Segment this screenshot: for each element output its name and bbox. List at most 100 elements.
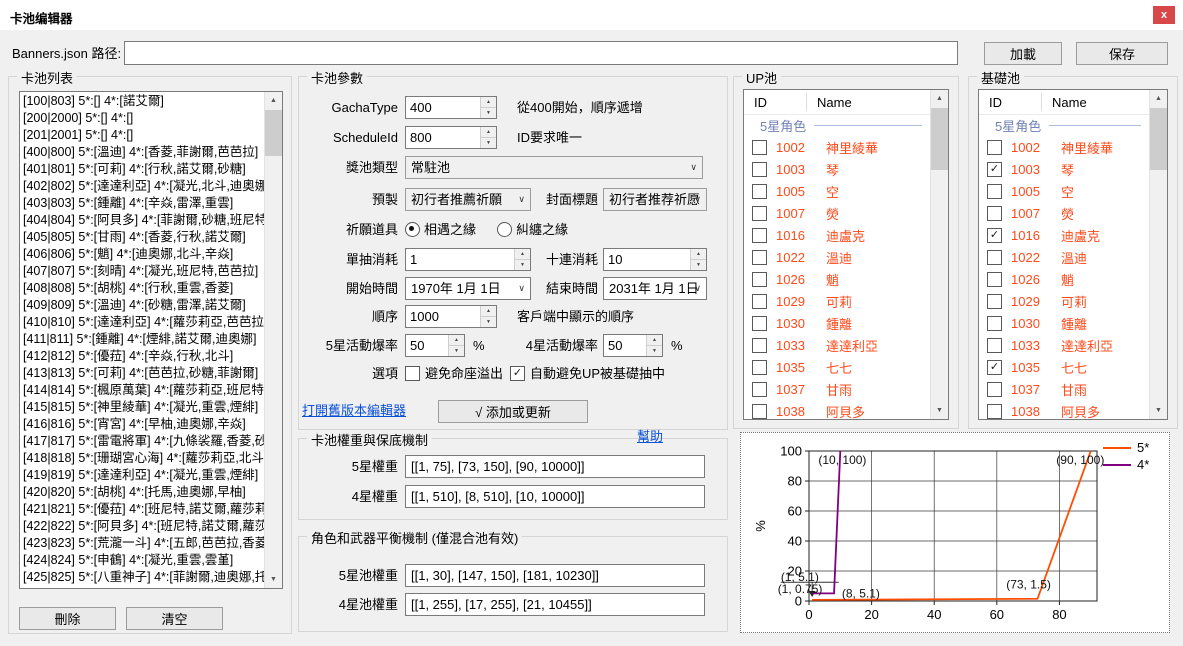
spin-down-icon[interactable]: ▼	[449, 346, 464, 356]
pool-row[interactable]: 1016迪盧克	[744, 224, 930, 246]
gachatype-spin-buttons[interactable]: ▲▼	[480, 97, 496, 118]
row-checkbox[interactable]	[987, 140, 1002, 155]
base-pool-list[interactable]: ID Name 5星角色 1002神里綾華✓1003琴1005空1007熒✓10…	[978, 89, 1168, 420]
list-item[interactable]: [417|817] 5*:[雷電將軍] 4*:[九條裟羅,香菱,砂糖]	[20, 433, 264, 450]
open-old-editor-link[interactable]: 打開舊版本編輯器	[302, 400, 406, 422]
row-checkbox[interactable]	[752, 162, 767, 177]
scrollbar-thumb[interactable]	[931, 108, 948, 170]
spin-up-icon[interactable]: ▲	[647, 335, 662, 346]
pool-row[interactable]: 1003琴	[744, 158, 930, 180]
pool-row[interactable]: 1033達達利亞	[744, 334, 930, 356]
scroll-up-icon[interactable]: ▲	[1150, 90, 1167, 107]
up-pool-scrollbar[interactable]: ▲ ▼	[930, 90, 948, 419]
pool-row[interactable]: ✓1003琴	[979, 158, 1149, 180]
scroll-down-icon[interactable]: ▼	[1150, 402, 1167, 419]
list-item[interactable]: [416|816] 5*:[宵宮] 4*:[早柚,迪奧娜,辛焱]	[20, 416, 264, 433]
list-item[interactable]: [404|804] 5*:[阿貝多] 4*:[菲謝爾,砂糖,班尼特]	[20, 212, 264, 229]
row-checkbox[interactable]	[752, 228, 767, 243]
row-checkbox[interactable]	[987, 184, 1002, 199]
list-item[interactable]: [425|825] 5*:[八重神子] 4*:[菲謝爾,迪奧娜,托馬]	[20, 569, 264, 586]
base-pool-scrollbar[interactable]: ▲ ▼	[1149, 90, 1167, 419]
list-item[interactable]: [405|805] 5*:[甘雨] 4*:[香菱,行秋,諾艾爾]	[20, 229, 264, 246]
row-checkbox[interactable]: ✓	[987, 162, 1002, 177]
row-checkbox[interactable]	[987, 338, 1002, 353]
pool-row[interactable]: 1035七七	[744, 356, 930, 378]
gachatype-spinner[interactable]: 400 ▲▼	[405, 96, 497, 119]
row-checkbox[interactable]	[987, 294, 1002, 309]
avoid-constellation-overflow-checkbox[interactable]	[405, 366, 420, 381]
row-checkbox[interactable]	[752, 272, 767, 287]
five-star-weight-input[interactable]: [[1, 75], [73, 150], [90, 10000]]	[405, 455, 705, 478]
list-item[interactable]: [422|822] 5*:[阿貝多] 4*:[班尼特,諾艾爾,蘿莎莉亞]	[20, 518, 264, 535]
list-item[interactable]: [412|812] 5*:[優菈] 4*:[辛焱,行秋,北斗]	[20, 348, 264, 365]
cover-title-combo[interactable]: 初行者推荐祈愿 ∨	[603, 188, 707, 211]
radio-entangle-fate[interactable]	[497, 222, 512, 237]
pool-row[interactable]: 1002神里綾華	[979, 136, 1149, 158]
pool-row[interactable]: 1002神里綾華	[744, 136, 930, 158]
list-item[interactable]: [419|819] 5*:[達達利亞] 4*:[凝光,重雲,煙緋]	[20, 467, 264, 484]
pool-row[interactable]: 1033達達利亞	[979, 334, 1149, 356]
spin-down-icon[interactable]: ▼	[691, 260, 706, 270]
end-time-picker[interactable]: 2031年 1月 1日 ∨	[603, 277, 707, 300]
path-input[interactable]	[124, 41, 958, 65]
pool-row[interactable]: 1007熒	[979, 202, 1149, 224]
row-checkbox[interactable]	[987, 404, 1002, 419]
row-checkbox[interactable]	[752, 382, 767, 397]
pool-row[interactable]: ✓1016迪盧克	[979, 224, 1149, 246]
list-item[interactable]: [410|810] 5*:[達達利亞] 4*:[蘿莎莉亞,芭芭拉,菲謝爾]	[20, 314, 264, 331]
row-checkbox[interactable]	[987, 250, 1002, 265]
four-star-pool-weight-input[interactable]: [[1, 255], [17, 255], [21, 10455]]	[405, 593, 705, 616]
pool-row[interactable]: 1007熒	[744, 202, 930, 224]
pool-row[interactable]: 1029可莉	[979, 290, 1149, 312]
spin-up-icon[interactable]: ▲	[481, 97, 496, 108]
spin-up-icon[interactable]: ▲	[691, 249, 706, 260]
scroll-up-icon[interactable]: ▲	[931, 90, 948, 107]
list-item[interactable]: [406|806] 5*:[魈] 4*:[迪奧娜,北斗,辛焱]	[20, 246, 264, 263]
list-item[interactable]: [201|2001] 5*:[] 4*:[]	[20, 127, 264, 144]
spin-down-icon[interactable]: ▼	[481, 138, 496, 148]
four-star-weight-input[interactable]: [[1, 510], [8, 510], [10, 10000]]	[405, 485, 705, 508]
row-checkbox[interactable]	[987, 316, 1002, 331]
order-spinner[interactable]: 1000 ▲▼	[405, 305, 497, 328]
list-item[interactable]: [200|2000] 5*:[] 4*:[]	[20, 110, 264, 127]
four-star-rate-spinner[interactable]: 50 ▲▼	[603, 334, 663, 357]
delete-button[interactable]: 刪除	[19, 607, 116, 630]
spin-down-icon[interactable]: ▼	[481, 317, 496, 327]
pool-type-combo[interactable]: 常駐池 ∨	[405, 156, 703, 179]
pool-list-scrollbar[interactable]: ▲ ▼	[264, 92, 282, 588]
list-item[interactable]: [424|824] 5*:[申鶴] 4*:[凝光,重雲,雲堇]	[20, 552, 264, 569]
clear-button[interactable]: 清空	[126, 607, 223, 630]
five-star-rate-spin-buttons[interactable]: ▲▼	[448, 335, 464, 356]
list-item[interactable]: [409|809] 5*:[溫迪] 4*:[砂糖,雷澤,諾艾爾]	[20, 297, 264, 314]
pool-row[interactable]: 1022溫迪	[979, 246, 1149, 268]
ten-cost-spinner[interactable]: 10 ▲▼	[603, 248, 707, 271]
row-checkbox[interactable]: ✓	[987, 228, 1002, 243]
scrollbar-thumb[interactable]	[1150, 108, 1167, 170]
list-item[interactable]: [415|815] 5*:[神里綾華] 4*:[凝光,重雲,煙緋]	[20, 399, 264, 416]
preset-combo[interactable]: 初行者推薦祈願 ∨	[405, 188, 531, 211]
start-time-picker[interactable]: 1970年 1月 1日 ∨	[405, 277, 531, 300]
list-item[interactable]: [420|820] 5*:[胡桃] 4*:[托馬,迪奧娜,早柚]	[20, 484, 264, 501]
five-star-rate-spinner[interactable]: 50 ▲▼	[405, 334, 465, 357]
row-checkbox[interactable]	[987, 382, 1002, 397]
row-checkbox[interactable]: ✓	[987, 360, 1002, 375]
spin-up-icon[interactable]: ▲	[481, 306, 496, 317]
spin-down-icon[interactable]: ▼	[481, 108, 496, 118]
save-button[interactable]: 保存	[1076, 42, 1168, 65]
scroll-down-icon[interactable]: ▼	[931, 402, 948, 419]
list-item[interactable]: [408|808] 5*:[胡桃] 4*:[行秋,重雲,香菱]	[20, 280, 264, 297]
list-item[interactable]: [413|813] 5*:[可莉] 4*:[芭芭拉,砂糖,菲謝爾]	[20, 365, 264, 382]
row-checkbox[interactable]	[752, 184, 767, 199]
single-cost-spinner[interactable]: 1 ▲▼	[405, 248, 531, 271]
pool-row[interactable]: 1005空	[744, 180, 930, 202]
pool-row[interactable]: 1038阿貝多	[744, 400, 930, 419]
pool-row[interactable]: 1030鍾離	[744, 312, 930, 334]
pool-listbox[interactable]: [100|803] 5*:[] 4*:[諾艾爾][200|2000] 5*:[]…	[19, 91, 283, 589]
list-item[interactable]: [423|823] 5*:[荒瀧一斗] 4*:[五郎,芭芭拉,香菱]	[20, 535, 264, 552]
list-item[interactable]: [407|807] 5*:[刻晴] 4*:[凝光,班尼特,芭芭拉]	[20, 263, 264, 280]
load-button[interactable]: 加載	[984, 42, 1062, 65]
pool-row[interactable]: 1030鍾離	[979, 312, 1149, 334]
scheduleid-spinner[interactable]: 800 ▲▼	[405, 126, 497, 149]
add-or-update-button[interactable]: √ 添加或更新	[438, 400, 588, 423]
order-spin-buttons[interactable]: ▲▼	[480, 306, 496, 327]
